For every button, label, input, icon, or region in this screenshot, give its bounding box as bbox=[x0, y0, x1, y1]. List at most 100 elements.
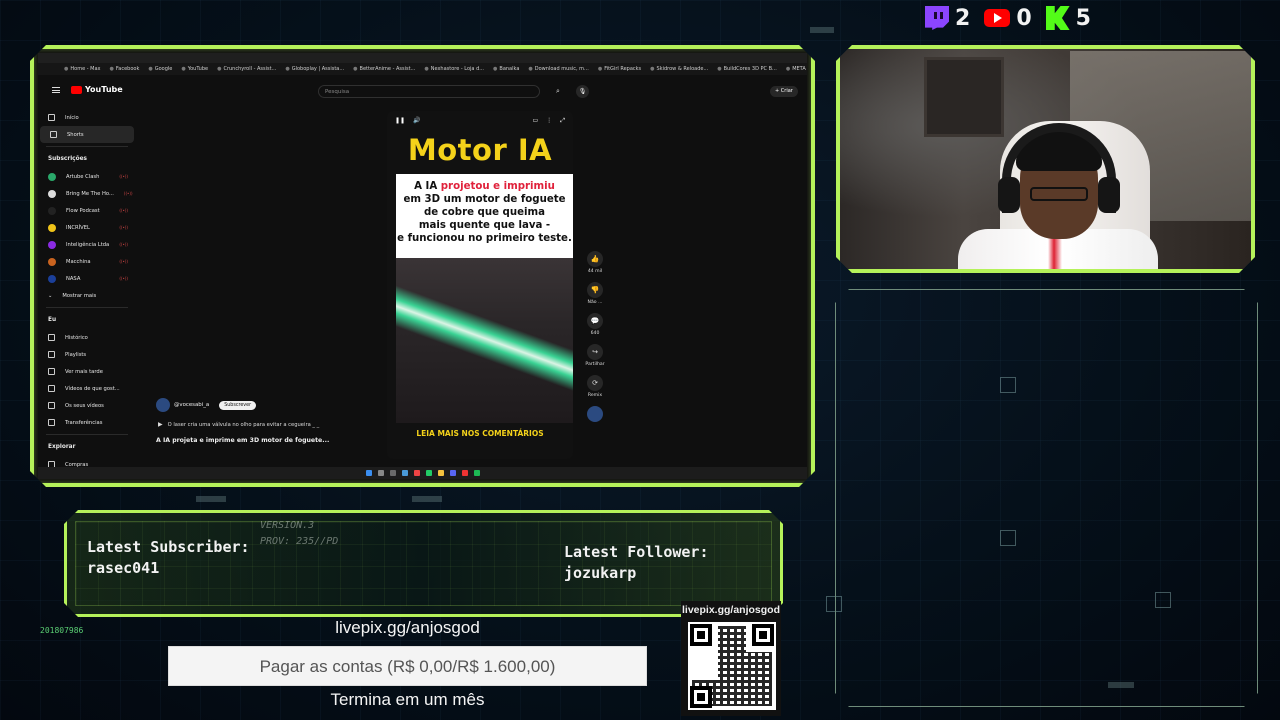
menu-icon[interactable] bbox=[52, 87, 60, 93]
taskbar-app-icon[interactable] bbox=[474, 470, 480, 476]
platform-stats: 2 0 5 bbox=[925, 2, 1091, 34]
youtube-logo[interactable]: YouTube bbox=[52, 85, 123, 94]
bookmark-item[interactable]: BetterAnime - Assist... bbox=[353, 66, 415, 72]
short-description[interactable]: O laser cria uma válvula no olho para ev… bbox=[158, 421, 319, 428]
search-input[interactable]: Pesquisa bbox=[318, 85, 540, 98]
channel-avatar[interactable] bbox=[587, 406, 603, 422]
caption-line: de cobre que queima bbox=[424, 207, 545, 218]
taskbar-app-icon[interactable] bbox=[390, 470, 396, 476]
you-item[interactable]: Vídeos de que gost... bbox=[38, 380, 136, 397]
windows-start-icon[interactable] bbox=[366, 470, 372, 476]
volume-icon[interactable]: 🔊 bbox=[413, 117, 420, 127]
chevron-down-icon: ⌄ bbox=[48, 292, 53, 299]
subscription-item[interactable]: Flow Podcast ((•)) bbox=[38, 202, 136, 219]
subscription-item[interactable]: INCRÍVEL ((•)) bbox=[38, 219, 136, 236]
taskbar-app-icon[interactable] bbox=[402, 470, 408, 476]
bookmark-item[interactable]: META do WARZ bbox=[786, 66, 807, 72]
show-more-item[interactable]: ⌄ Mostrar mais bbox=[38, 287, 136, 304]
taskbar-app-icon[interactable] bbox=[414, 470, 420, 476]
livepix-qr-box: livepix.gg/anjosgod bbox=[681, 601, 781, 716]
bookmark-item[interactable]: Facebook bbox=[109, 66, 139, 72]
bookmark-item[interactable]: Crunchyroll - Assist... bbox=[217, 66, 276, 72]
subscription-item[interactable]: Inteligência Ltda ((•)) bbox=[38, 236, 136, 253]
browser-window: Home - Max Facebook Google YouTube Crunchyro… bbox=[38, 53, 807, 479]
fullscreen-icon[interactable]: ⤢ bbox=[560, 117, 565, 127]
live-indicator-icon: ((•)) bbox=[119, 225, 128, 230]
you-item-label: Os seus vídeos bbox=[65, 402, 104, 409]
bookmark-item[interactable]: Google bbox=[148, 66, 172, 72]
create-button[interactable]: + Criar bbox=[770, 86, 798, 97]
subscription-item[interactable]: Bring Me The Ho... ((•)) bbox=[38, 185, 136, 202]
short-video-title[interactable]: A IA projeta e imprime em 3D motor de fo… bbox=[156, 437, 329, 444]
you-heading[interactable]: Eu bbox=[38, 311, 136, 329]
caption-line: e funcionou no primeiro teste. bbox=[397, 233, 572, 244]
sidebar-item-1[interactable]: Shorts bbox=[40, 126, 134, 143]
subscription-item[interactable]: Macchina ((•)) bbox=[38, 253, 136, 270]
you-item[interactable]: Transferências bbox=[38, 414, 136, 431]
latest-events-panel: VERSION.3 PROV: 235//PD Latest Subscribe… bbox=[64, 510, 783, 617]
you-item[interactable]: Playlists bbox=[38, 346, 136, 363]
remix-icon[interactable]: ⟳ bbox=[587, 375, 603, 391]
browser-tab-bar[interactable] bbox=[38, 53, 807, 63]
taskbar-app-icon[interactable] bbox=[438, 470, 444, 476]
microphone-icon[interactable]: 🎙 bbox=[576, 85, 589, 98]
subscription-label: Bring Me The Ho... bbox=[66, 190, 114, 197]
sidebar-item-0[interactable]: Início bbox=[38, 109, 136, 126]
clock-icon bbox=[48, 368, 55, 375]
short-action-label: Não ... bbox=[587, 300, 603, 305]
divider-deco bbox=[412, 496, 442, 502]
pause-icon[interactable]: ❚❚ bbox=[395, 117, 405, 127]
you-item[interactable]: Os seus vídeos bbox=[38, 397, 136, 414]
short-action[interactable]: 👎 Não ... bbox=[583, 282, 607, 305]
you-item[interactable]: Histórico bbox=[38, 329, 136, 346]
taskbar-app-icon[interactable] bbox=[426, 470, 432, 476]
bookmark-item[interactable]: Download music, m... bbox=[528, 66, 588, 72]
bookmark-item[interactable]: Banalka bbox=[493, 66, 519, 72]
bookmark-item[interactable]: Globoplay | Assista... bbox=[285, 66, 344, 72]
you-item-label: Playlists bbox=[65, 351, 87, 358]
bookmark-item[interactable]: BuildCores 3D PC B... bbox=[717, 66, 777, 72]
short-action[interactable]: 💬 640 bbox=[583, 313, 607, 336]
taskbar-app-icon[interactable] bbox=[450, 470, 456, 476]
youtube-logo-icon bbox=[71, 86, 82, 94]
subscription-item[interactable]: Artube Clash ((•)) bbox=[38, 168, 136, 185]
taskbar-app-icon[interactable] bbox=[462, 470, 468, 476]
bookmarks-bar: Home - Max Facebook Google YouTube Crunchyro… bbox=[38, 63, 807, 75]
thumbs-down-icon[interactable]: 👎 bbox=[587, 282, 603, 298]
sidebar-item-label: Shorts bbox=[67, 131, 84, 138]
search-icon[interactable]: ⌕ bbox=[550, 85, 566, 98]
thumbs-up-icon[interactable]: 👍 bbox=[587, 251, 603, 267]
short-action-label: 640 bbox=[590, 331, 600, 336]
short-action[interactable]: 👍 44 mil bbox=[583, 251, 607, 274]
bookmark-item[interactable]: Nexhastore - Loja d... bbox=[424, 66, 484, 72]
captions-icon[interactable]: ▭ bbox=[533, 117, 539, 127]
subscribe-button[interactable]: Subscrever bbox=[219, 401, 256, 410]
donation-goal-text: Pagar as contas (R$ 0,00/R$ 1.600,00) bbox=[259, 657, 556, 676]
youtube-icon bbox=[984, 9, 1011, 27]
bookmark-item[interactable]: Home - Max bbox=[64, 66, 100, 72]
subscriptions-heading[interactable]: Subscrições bbox=[38, 150, 136, 168]
share-icon[interactable]: ↪ bbox=[587, 344, 603, 360]
short-caption-card: A IA projetou e imprimiu em 3D um motor … bbox=[396, 174, 573, 258]
short-action[interactable]: ↪ Partilhar bbox=[583, 344, 607, 367]
subscription-label: Macchina bbox=[66, 258, 91, 265]
taskbar-search-icon[interactable] bbox=[378, 470, 384, 476]
subscription-item[interactable]: NASA ((•)) bbox=[38, 270, 136, 287]
you-item-label: Vídeos de que gost... bbox=[65, 385, 120, 392]
you-item[interactable]: Ver mais tarde bbox=[38, 363, 136, 380]
channel-avatar[interactable] bbox=[156, 398, 170, 412]
sidebar-divider bbox=[46, 434, 128, 435]
short-action[interactable]: ⟳ Remix bbox=[583, 375, 607, 398]
divider-deco bbox=[810, 27, 834, 33]
bookmark-item[interactable]: YouTube bbox=[181, 66, 208, 72]
live-indicator-icon: ((•)) bbox=[123, 191, 133, 196]
bookmark-item[interactable]: Skidrow & Reloade... bbox=[650, 66, 708, 72]
channel-name[interactable]: @vocesabi_a bbox=[174, 402, 209, 408]
short-video-player[interactable]: ❚❚ 🔊 ▭ ⋮ ⤢ Motor IA A IA projetou e impr… bbox=[387, 111, 573, 459]
caption-line: em 3D um motor de foguete bbox=[403, 194, 566, 205]
youtube-stat: 0 bbox=[984, 6, 1032, 31]
bookmark-item[interactable]: FitGirl Repacks bbox=[598, 66, 641, 72]
more-icon[interactable]: ⋮ bbox=[546, 117, 552, 127]
comment-icon[interactable]: 💬 bbox=[587, 313, 603, 329]
latest-follower-label: Latest Follower: bbox=[564, 543, 709, 561]
